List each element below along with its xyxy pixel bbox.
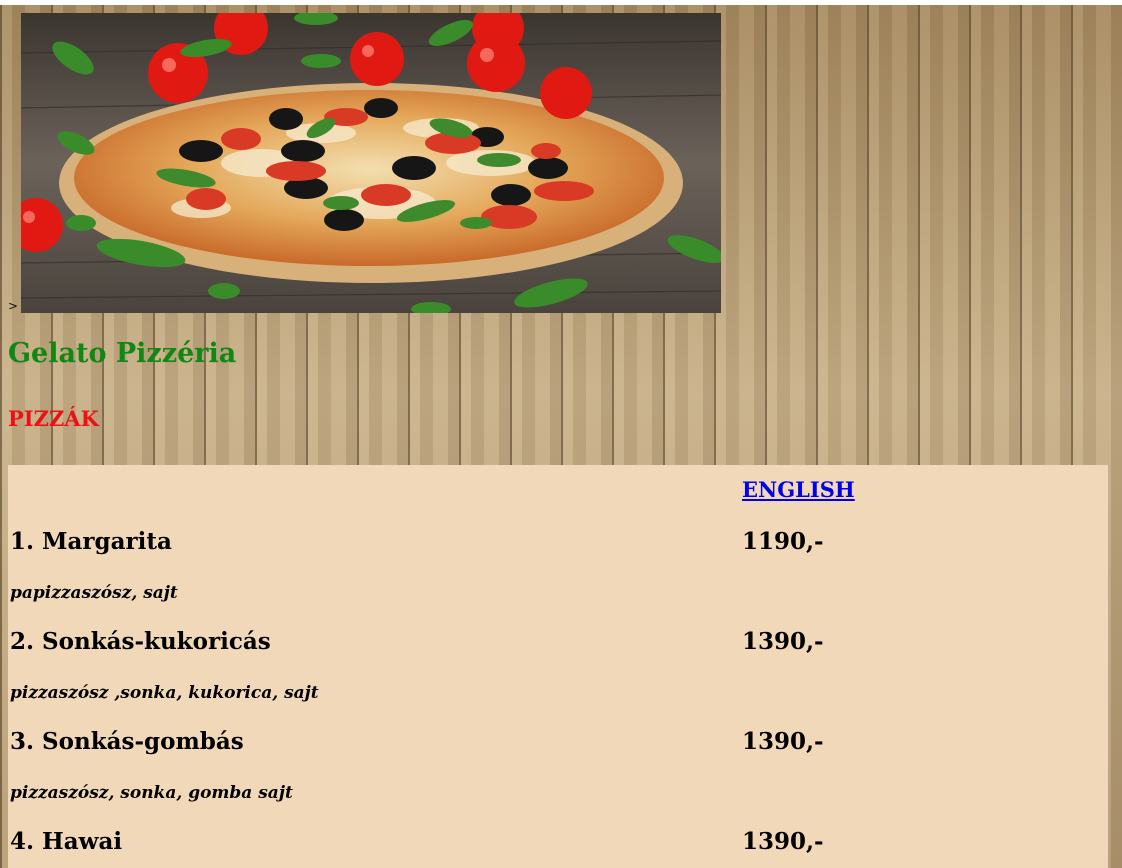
pizza-hero-image	[21, 13, 721, 313]
item-description: papizzaszósz, sajt	[10, 583, 178, 603]
item-name: 4. Hawai	[10, 828, 123, 855]
top-stripe	[0, 0, 1122, 5]
item-price: 1390,-	[742, 628, 824, 655]
section-title: PIZZÁK	[8, 406, 99, 431]
pizza-photo	[21, 13, 721, 313]
item-price: 1390,-	[742, 828, 824, 855]
item-name: 3. Sonkás-gombás	[10, 728, 244, 755]
site-title: Gelato Pizzéria	[8, 338, 237, 369]
english-language-link[interactable]: ENGLISH	[742, 477, 855, 502]
stray-text: >	[8, 299, 19, 313]
item-description: pizzaszósz, sonka, gomba sajt	[10, 783, 293, 803]
menu-panel: ENGLISH 1. Margarita 1190,- papizzaszósz…	[8, 465, 1108, 868]
item-price: 1190,-	[742, 528, 824, 555]
item-price: 1390,-	[742, 728, 824, 755]
item-name: 1. Margarita	[10, 528, 172, 555]
item-description: pizzaszósz ,sonka, kukorica, sajt	[10, 683, 319, 703]
item-name: 2. Sonkás-kukoricás	[10, 628, 271, 655]
